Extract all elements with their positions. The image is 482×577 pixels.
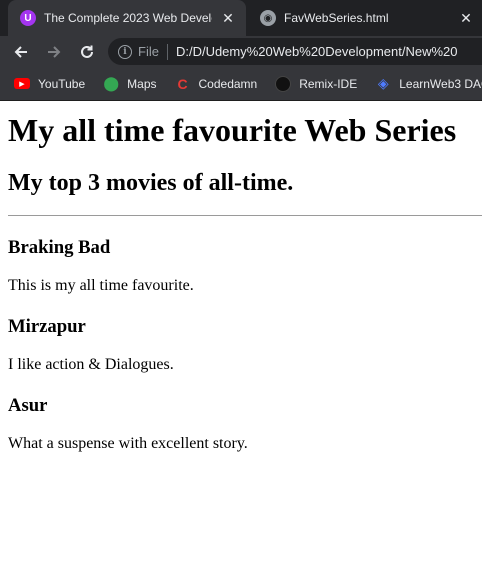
divider — [166, 43, 168, 60]
series-heading: Mirzapur — [8, 316, 86, 337]
back-arrow-icon[interactable] — [9, 40, 33, 64]
bookmark-label: Codedamn — [198, 76, 258, 91]
forward-arrow-icon[interactable] — [42, 40, 66, 64]
series-description: I like action & Dialogues. — [8, 356, 174, 373]
series-heading: Braking Bad — [8, 237, 111, 258]
bookmark-remix[interactable]: Remix-IDE — [275, 75, 358, 92]
learnweb3-icon: ◈ — [377, 75, 389, 91]
close-icon[interactable]: ✕ — [220, 10, 236, 26]
bookmark-label: LearnWeb3 DAO — [399, 76, 482, 91]
info-icon[interactable]: i — [118, 44, 132, 59]
bookmarks-bar: ▶ YouTube ⬤ Maps C Codedamn Remix-IDE ◈ … — [0, 67, 482, 101]
url-text: D:/D/Udemy%20Web%20Development/New%20 — [175, 44, 458, 59]
series-description: What a suspense with excellent story. — [8, 435, 248, 452]
page-content: My all time favourite Web Series My top … — [0, 112, 482, 453]
reload-icon[interactable] — [75, 40, 99, 64]
globe-icon: ◉ — [260, 10, 276, 26]
remix-icon — [275, 75, 292, 92]
toolbar: i File D:/D/Udemy%20Web%20Development/Ne… — [0, 36, 482, 67]
close-icon[interactable]: ✕ — [458, 10, 474, 26]
tab-title: FavWebSeries.html — [284, 11, 389, 25]
udemy-icon: U — [20, 10, 36, 26]
url-scheme: File — [138, 44, 159, 59]
youtube-icon: ▶ — [14, 78, 30, 89]
bookmark-codedamn[interactable]: C Codedamn — [175, 75, 258, 92]
tab-strip: U The Complete 2023 Web Develop ✕ ◉ FavW… — [0, 0, 482, 36]
series-heading: Asur — [8, 395, 48, 416]
series-description: This is my all time favourite. — [8, 277, 194, 294]
bookmark-label: Remix-IDE — [299, 76, 358, 91]
tab-udemy[interactable]: U The Complete 2023 Web Develop ✕ — [8, 0, 246, 36]
bookmark-learnweb3[interactable]: ◈ LearnWeb3 DAO — [375, 75, 482, 92]
page-title: My all time favourite Web Series — [8, 112, 457, 148]
horizontal-rule — [8, 215, 482, 216]
bookmark-youtube[interactable]: ▶ YouTube — [14, 77, 85, 91]
bookmark-maps[interactable]: ⬤ Maps — [103, 75, 157, 92]
bookmark-label: Maps — [127, 76, 157, 91]
maps-icon: ⬤ — [103, 75, 119, 91]
tab-title: The Complete 2023 Web Develop — [44, 11, 212, 25]
page-subtitle: My top 3 movies of all-time. — [8, 170, 294, 196]
address-bar[interactable]: i File D:/D/Udemy%20Web%20Development/Ne… — [108, 38, 482, 65]
codedamn-icon: C — [177, 75, 188, 92]
bookmark-label: YouTube — [38, 76, 86, 91]
tab-favwebseries[interactable]: ◉ FavWebSeries.html ✕ — [252, 0, 482, 36]
